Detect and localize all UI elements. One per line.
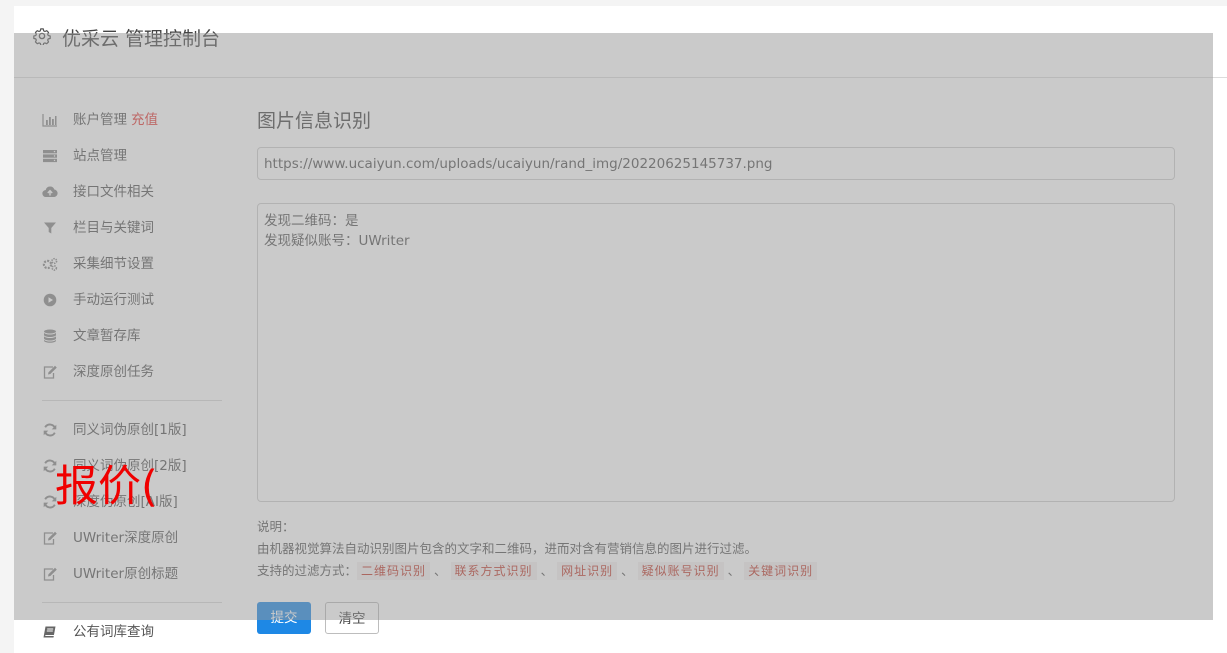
sidebar-item-label: 接口文件相关	[73, 184, 154, 200]
gears-icon	[42, 257, 58, 271]
sidebar-item-label: 采集细节设置	[73, 256, 154, 272]
cloud-upload-icon	[42, 186, 58, 198]
submit-button[interactable]: 提交	[257, 602, 311, 634]
sidebar-item-label: 站点管理	[73, 148, 127, 164]
sidebar: 账户管理 充值 站点管理 接口文件相关 栏目与关键词 采集细节设置 手动运行测试…	[42, 102, 222, 650]
play-circle-icon	[43, 293, 57, 307]
sidebar-item-deep-original-task[interactable]: 深度原创任务	[42, 354, 222, 390]
filter-methods: 支持的过滤方式： 二维码识别、联系方式识别、网址识别、疑似账号识别、关键词识别	[257, 560, 1175, 582]
edit-icon	[43, 531, 57, 545]
app-title: 优采云 管理控制台	[62, 28, 221, 50]
result-line: 发现疑似账号：UWriter	[264, 233, 410, 249]
sidebar-item-sites[interactable]: 站点管理	[42, 138, 222, 174]
filter-tag: 联系方式识别	[450, 562, 537, 580]
recharge-link[interactable]: 充值	[131, 112, 158, 128]
sidebar-item-public-lexicon[interactable]: 公有词库查询	[42, 614, 222, 650]
clear-button[interactable]: 清空	[325, 602, 379, 634]
note-title: 说明：	[257, 519, 295, 534]
sidebar-item-label: UWriter原创标题	[73, 566, 179, 582]
sidebar-item-label: 栏目与关键词	[73, 220, 154, 236]
filter-icon	[44, 222, 56, 234]
bar-chart-icon	[42, 114, 57, 127]
console-panel: 优采云 管理控制台 账户管理 充值 站点管理 接口文件相关 栏目与关键词 采集细…	[14, 6, 1227, 653]
refresh-icon	[43, 423, 57, 437]
edit-icon	[43, 567, 57, 581]
edit-icon	[43, 365, 57, 379]
sidebar-item-uwriter-title[interactable]: UWriter原创标题	[42, 556, 222, 592]
red-stamp-text: 报价(	[55, 462, 158, 512]
sidebar-item-label: 公有词库查询	[73, 624, 154, 640]
filter-tag: 二维码识别	[357, 562, 431, 580]
page-title: 图片信息识别	[257, 110, 372, 132]
result-line: 发现二维码：是	[264, 213, 359, 229]
book-icon	[43, 626, 56, 638]
note-description: 由机器视觉算法自动识别图片包含的文字和二维码，进而对含有营销信息的图片进行过滤。	[257, 541, 758, 556]
sidebar-item-label: 账户管理	[73, 112, 127, 128]
sidebar-item-manual-test[interactable]: 手动运行测试	[42, 282, 222, 318]
filter-tag: 网址识别	[557, 562, 618, 580]
sidebar-item-label: 深度原创任务	[73, 364, 154, 380]
sidebar-divider	[42, 400, 222, 401]
filter-label: 支持的过滤方式：	[257, 563, 358, 578]
description-block: 说明： 由机器视觉算法自动识别图片包含的文字和二维码，进而对含有营销信息的图片进…	[257, 516, 1175, 582]
sidebar-item-account[interactable]: 账户管理 充值	[42, 102, 222, 138]
sidebar-item-label: 手动运行测试	[73, 292, 154, 308]
sidebar-item-article-storage[interactable]: 文章暂存库	[42, 318, 222, 354]
sidebar-item-label: 文章暂存库	[73, 328, 141, 344]
sidebar-item-collect-settings[interactable]: 采集细节设置	[42, 246, 222, 282]
sidebar-divider	[42, 602, 222, 603]
sidebar-item-synonym-v1[interactable]: 同义词伪原创[1版]	[42, 412, 222, 448]
server-icon	[43, 150, 57, 163]
gear-icon	[33, 28, 51, 45]
sidebar-item-columns-keywords[interactable]: 栏目与关键词	[42, 210, 222, 246]
sidebar-item-label: 同义词伪原创[1版]	[73, 422, 187, 438]
result-textarea[interactable]: 发现二维码：是 发现疑似账号：UWriter	[257, 203, 1175, 502]
filter-tag: 疑似账号识别	[637, 562, 724, 580]
header: 优采云 管理控制台	[14, 6, 1227, 78]
main-content: 图片信息识别 发现二维码：是 发现疑似账号：UWriter 说明： 由机器视觉算…	[257, 106, 1177, 634]
image-url-input[interactable]	[257, 147, 1175, 180]
sidebar-item-uwriter-deep[interactable]: UWriter深度原创	[42, 520, 222, 556]
sidebar-item-interface-files[interactable]: 接口文件相关	[42, 174, 222, 210]
sidebar-item-label: UWriter深度原创	[73, 530, 179, 546]
filter-tag: 关键词识别	[744, 562, 818, 580]
database-icon	[44, 329, 56, 343]
